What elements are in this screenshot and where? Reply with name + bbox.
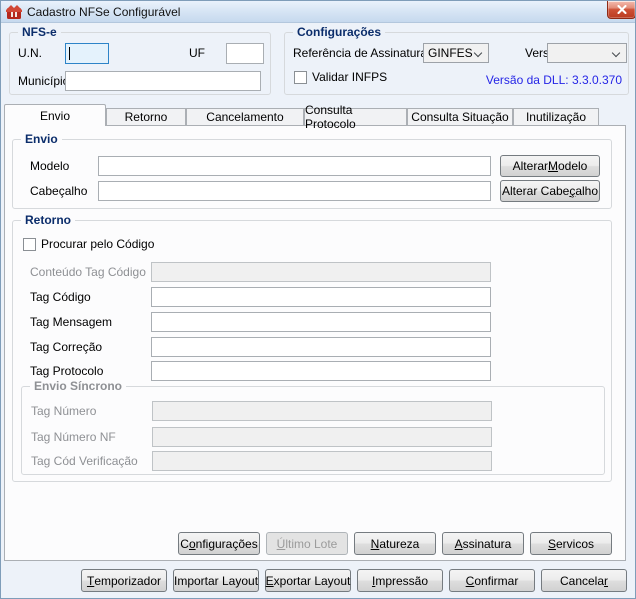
procurar-pelo-codigo-label: Procurar pelo Código (41, 237, 155, 251)
conteudo-tag-codigo-input (151, 262, 491, 282)
tag-numero-input (152, 401, 492, 421)
tag-numero-nf-label: Tag Número NF (31, 430, 116, 444)
cabecalho-input[interactable] (98, 181, 491, 201)
tag-protocolo-input[interactable] (151, 361, 491, 381)
un-label: U.N. (18, 46, 42, 60)
uf-input[interactable] (226, 43, 264, 64)
envio-sincrono-group-title: Envio Síncrono (30, 379, 127, 393)
referencia-assinatura-label: Referência de Assinatura (293, 46, 428, 60)
chevron-down-icon (611, 48, 621, 58)
close-icon (616, 5, 627, 14)
configuracoes-group-title: Configurações (293, 25, 386, 39)
window-cadastro-nfse: Cadastro NFSe Configurável NFS-e U.N. UF… (0, 0, 636, 599)
tag-codigo-label: Tag Código (30, 290, 91, 304)
tab-consulta-situacao[interactable]: Consulta Situação (407, 108, 513, 125)
retorno-group-title: Retorno (21, 213, 75, 227)
natureza-button[interactable]: Natureza (354, 532, 436, 555)
tag-codigo-input[interactable] (151, 287, 491, 307)
tab-consulta-protocolo[interactable]: Consulta Protocolo (304, 103, 407, 131)
tab-inutilizacao[interactable]: Inutilização (513, 108, 599, 125)
tag-correcao-input[interactable] (151, 337, 491, 357)
un-input[interactable] (65, 43, 109, 64)
retorno-groupbox: Retorno Procurar pelo Código Conteúdo Ta… (12, 213, 612, 482)
nfse-groupbox: NFS-e U.N. UF Município (9, 25, 271, 95)
validar-infps-label: Validar INFPS (312, 70, 388, 84)
checkbox-box (23, 237, 36, 251)
tab-retorno[interactable]: Retorno (106, 108, 186, 125)
tag-numero-nf-input (152, 427, 492, 447)
tag-protocolo-label: Tag Protocolo (30, 364, 104, 378)
tag-correcao-label: Tag Correção (30, 340, 103, 354)
confirmar-button[interactable]: Confirmar (449, 569, 535, 592)
temporizador-button[interactable]: Temporizador (81, 569, 167, 592)
modelo-label: Modelo (30, 159, 70, 173)
window-title: Cadastro NFSe Configurável (27, 5, 181, 19)
envio-groupbox: Envio Modelo Alterar Modelo Cabeçalho Al… (12, 132, 612, 209)
tab-envio[interactable]: Envio (4, 104, 106, 126)
procurar-pelo-codigo-checkbox[interactable]: Procurar pelo Código (23, 237, 154, 251)
municipio-label: Município (18, 74, 70, 88)
tag-mensagem-input[interactable] (151, 312, 491, 332)
uf-label: UF (189, 46, 205, 60)
titlebar: Cadastro NFSe Configurável (1, 1, 635, 23)
tag-cod-verificacao-input (152, 451, 492, 471)
servicos-button[interactable]: Servicos (530, 532, 612, 555)
envio-sincrono-groupbox: Envio Síncrono Tag Número Tag Número NF … (21, 379, 605, 475)
dll-version-text: Versão da DLL: 3.3.0.370 (485, 73, 622, 87)
versao-select[interactable] (547, 43, 627, 63)
ultimo-lote-button: Último Lote (266, 532, 348, 555)
checkbox-box (294, 70, 307, 84)
importar-layout-button[interactable]: Importar Layout (173, 569, 259, 592)
cabecalho-label: Cabeçalho (30, 184, 88, 198)
envio-group-title: Envio (21, 132, 62, 146)
alterar-cabecalho-button[interactable]: Alterar Cabe ç alho (500, 180, 600, 202)
text-caret (69, 47, 70, 60)
chevron-down-icon (473, 48, 483, 58)
impressao-button[interactable]: Impressão (357, 569, 443, 592)
referencia-assinatura-select[interactable]: GINFES (423, 43, 489, 63)
assinatura-button[interactable]: Assinatura (442, 532, 524, 555)
exportar-layout-button[interactable]: Exportar Layout (265, 569, 351, 592)
referencia-assinatura-value: GINFES (428, 46, 473, 60)
tab-cancelamento[interactable]: Cancelamento (186, 108, 304, 125)
configuracoes-groupbox: Configurações Referência de Assinatura G… (284, 25, 629, 95)
configuracoes-button[interactable]: Co nfigurações (178, 532, 260, 555)
app-icon (6, 5, 22, 19)
modelo-input[interactable] (98, 156, 491, 176)
cancelar-button[interactable]: Cancela r (541, 569, 627, 592)
validar-infps-checkbox[interactable]: Validar INFPS (294, 70, 387, 84)
conteudo-tag-codigo-label: Conteúdo Tag Código (30, 265, 146, 279)
tag-numero-label: Tag Número (31, 404, 97, 418)
tag-cod-verificacao-label: Tag Cód Verificação (31, 454, 138, 468)
tab-page-envio: Envio Modelo Alterar Modelo Cabeçalho Al… (4, 125, 626, 561)
tag-mensagem-label: Tag Mensagem (30, 315, 113, 329)
municipio-input[interactable] (65, 71, 261, 91)
nfse-group-title: NFS-e (18, 25, 61, 39)
close-button[interactable] (607, 1, 635, 19)
alterar-modelo-button[interactable]: Alterar Modelo (500, 155, 600, 177)
